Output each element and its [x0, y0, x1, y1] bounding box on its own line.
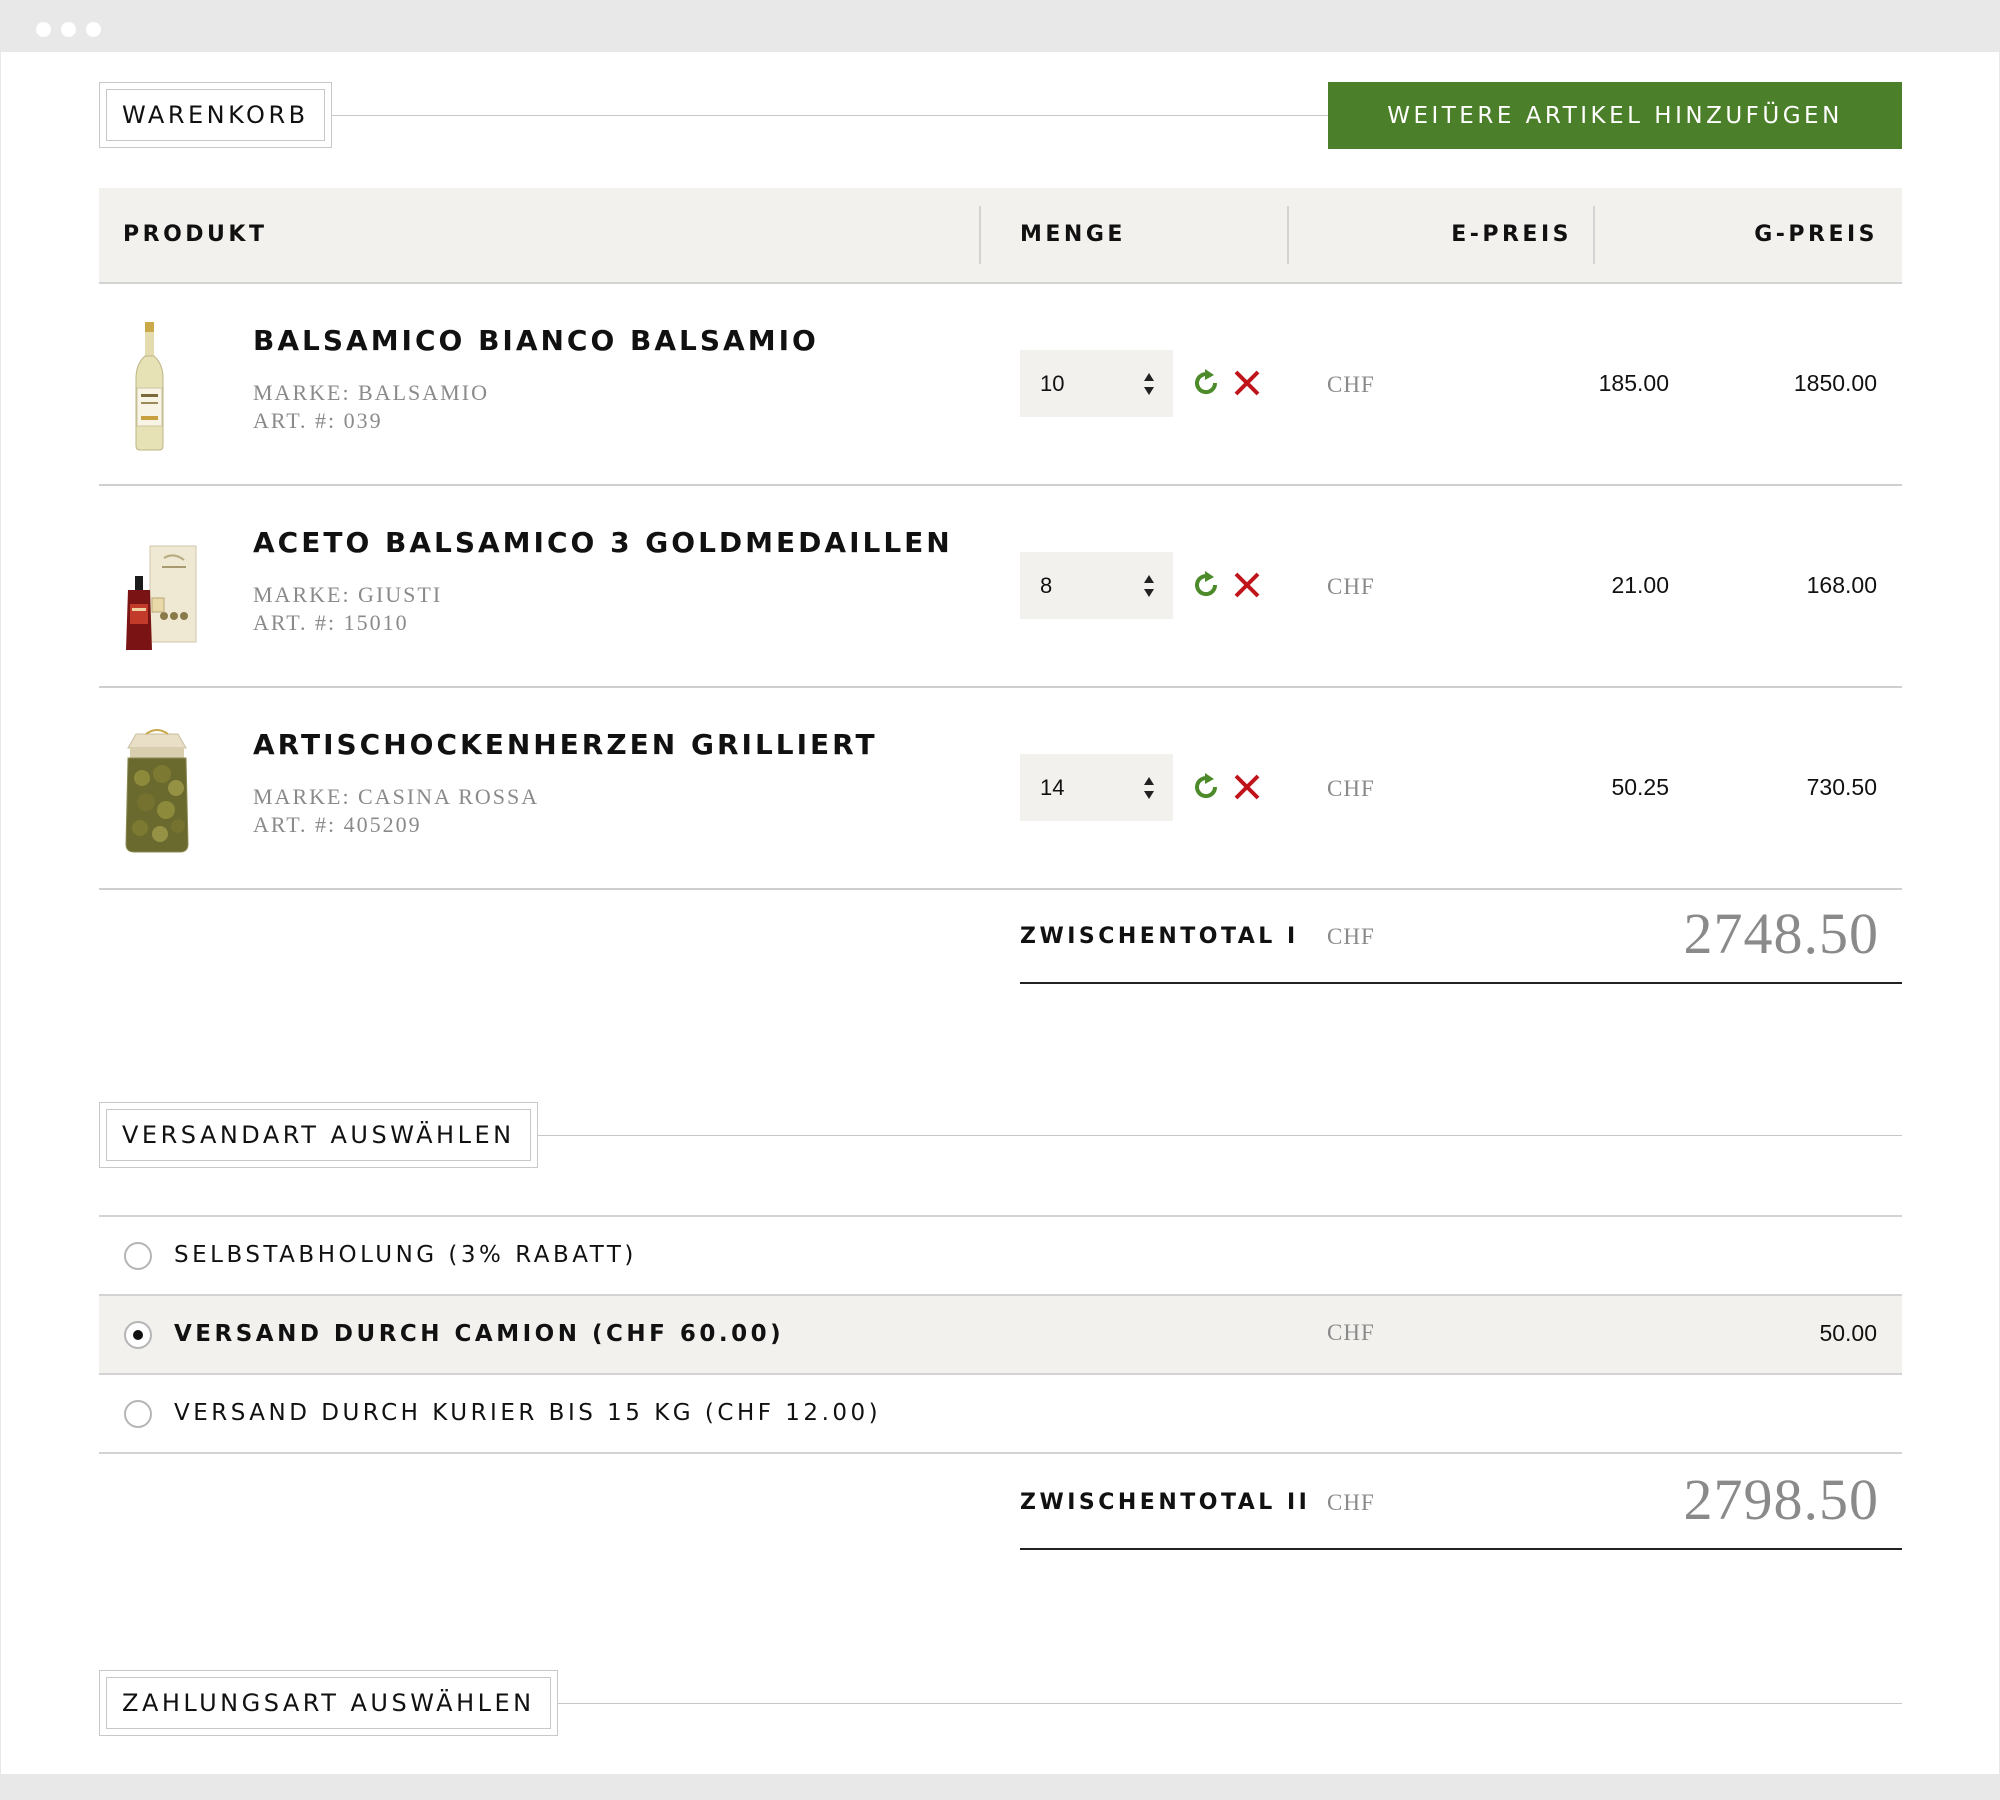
payment-title-box: ZAHLUNGSART AUSWÄHLEN — [99, 1670, 558, 1736]
add-more-items-button[interactable]: WEITERE ARTIKEL HINZUFÜGEN — [1328, 82, 1902, 149]
quantity-stepper[interactable]: 14 — [1020, 754, 1173, 821]
cart-item-row: ARTISCHOCKENHERZEN GRILLIERT MARKE: CASI… — [99, 688, 1902, 890]
cart-title: WARENKORB — [106, 89, 325, 141]
currency-label: CHF — [1327, 574, 1375, 599]
window-control-dot[interactable] — [61, 22, 76, 37]
stepper-arrows-icon[interactable] — [1143, 574, 1155, 598]
shipping-title: VERSANDART AUSWÄHLEN — [106, 1109, 531, 1161]
subtotal-1-underline — [1020, 982, 1902, 984]
currency-label: CHF — [1327, 776, 1375, 801]
window-control-dot[interactable] — [86, 22, 101, 37]
radio-button[interactable] — [124, 1400, 152, 1428]
stepper-arrows-icon[interactable] — [1143, 372, 1155, 396]
shipping-title-box: VERSANDART AUSWÄHLEN — [99, 1102, 538, 1168]
product-name[interactable]: ACETO BALSAMICO 3 GOLDMEDAILLEN — [253, 526, 953, 559]
shipping-option-label[interactable]: VERSAND DURCH KURIER BIS 15 KG (CHF 12.0… — [174, 1375, 881, 1452]
currency-label: CHF — [1327, 1320, 1375, 1345]
quantity-stepper[interactable]: 8 — [1020, 552, 1173, 619]
product-article-number: ART. #: 039 — [253, 408, 383, 433]
window-titlebar — [0, 0, 2000, 52]
quantity-stepper[interactable]: 10 — [1020, 350, 1173, 417]
balsamic-gift-box-image — [126, 545, 197, 650]
column-header-quantity: MENGE — [1020, 222, 1126, 247]
product-brand: MARKE: CASINA ROSSA — [253, 784, 540, 809]
product-article-number: ART. #: 15010 — [253, 610, 409, 635]
currency-label: CHF — [1327, 1490, 1375, 1515]
radio-button[interactable] — [124, 1242, 152, 1270]
refresh-icon[interactable] — [1189, 366, 1223, 400]
currency-label: CHF — [1327, 924, 1375, 949]
stepper-arrows-icon[interactable] — [1143, 776, 1155, 800]
cart-title-box: WARENKORB — [99, 82, 332, 148]
column-header-total-price: G-PREIS — [1754, 222, 1878, 247]
subtotal-2-value: 2798.50 — [1683, 1467, 1879, 1532]
refresh-icon[interactable] — [1189, 568, 1223, 602]
subtotal-2-underline — [1020, 1548, 1902, 1550]
cart-item-row: ACETO BALSAMICO 3 GOLDMEDAILLEN MARKE: G… — [99, 486, 1902, 688]
shipping-price: 50.00 — [1819, 1320, 1877, 1346]
white-wine-bottle-image — [135, 322, 164, 451]
artichoke-jar-image — [125, 729, 189, 853]
shop-window: WARENKORB WEITERE ARTIKEL HINZUFÜGEN PRO… — [1, 52, 1999, 1774]
divider — [99, 1452, 1902, 1454]
subtotal-2-label: ZWISCHENTOTAL II — [1020, 1490, 1311, 1515]
cart-item-row: BALSAMICO BIANCO BALSAMIO MARKE: BALSAMI… — [99, 284, 1902, 486]
column-separator — [1287, 206, 1289, 264]
window-control-dot[interactable] — [36, 22, 51, 37]
quantity-value[interactable]: 10 — [1040, 350, 1064, 417]
product-brand: MARKE: GIUSTI — [253, 582, 443, 607]
product-article-number: ART. #: 405209 — [253, 812, 422, 837]
shipping-option-label[interactable]: SELBSTABHOLUNG (3% RABATT) — [174, 1217, 637, 1294]
shipping-option-label[interactable]: VERSAND DURCH CAMION (CHF 60.00) — [174, 1296, 784, 1373]
radio-button-selected[interactable] — [124, 1321, 152, 1349]
currency-label: CHF — [1327, 372, 1375, 397]
remove-icon[interactable] — [1232, 368, 1262, 398]
shipping-option-courier[interactable]: VERSAND DURCH KURIER BIS 15 KG (CHF 12.0… — [99, 1375, 1902, 1452]
column-separator — [1593, 206, 1595, 264]
window-bottom-bar — [0, 1774, 2000, 1800]
quantity-value[interactable]: 14 — [1040, 754, 1064, 821]
shipping-section-header: VERSANDART AUSWÄHLEN — [99, 1102, 1902, 1168]
payment-title: ZAHLUNGSART AUSWÄHLEN — [106, 1677, 551, 1729]
subtotal-1-label: ZWISCHENTOTAL I — [1020, 924, 1299, 949]
column-header-unit-price: E-PREIS — [1451, 222, 1572, 247]
cart-table-header: PRODUKT MENGE E-PREIS G-PREIS — [99, 188, 1902, 284]
shipping-option-camion[interactable]: VERSAND DURCH CAMION (CHF 60.00) CHF 50.… — [99, 1296, 1902, 1373]
total-price: 168.00 — [1806, 572, 1877, 598]
remove-icon[interactable] — [1232, 570, 1262, 600]
column-separator — [979, 206, 981, 264]
total-price: 1850.00 — [1793, 370, 1877, 396]
subtotal-1-value: 2748.50 — [1683, 901, 1879, 966]
remove-icon[interactable] — [1232, 772, 1262, 802]
quantity-value[interactable]: 8 — [1040, 552, 1052, 619]
product-name[interactable]: BALSAMICO BIANCO BALSAMIO — [253, 324, 819, 357]
refresh-icon[interactable] — [1189, 770, 1223, 804]
column-header-product: PRODUKT — [123, 222, 268, 247]
payment-section-header: ZAHLUNGSART AUSWÄHLEN — [99, 1670, 1902, 1736]
shipping-option-pickup[interactable]: SELBSTABHOLUNG (3% RABATT) — [99, 1217, 1902, 1294]
product-name[interactable]: ARTISCHOCKENHERZEN GRILLIERT — [253, 728, 878, 761]
product-brand: MARKE: BALSAMIO — [253, 380, 489, 405]
total-price: 730.50 — [1806, 774, 1877, 800]
